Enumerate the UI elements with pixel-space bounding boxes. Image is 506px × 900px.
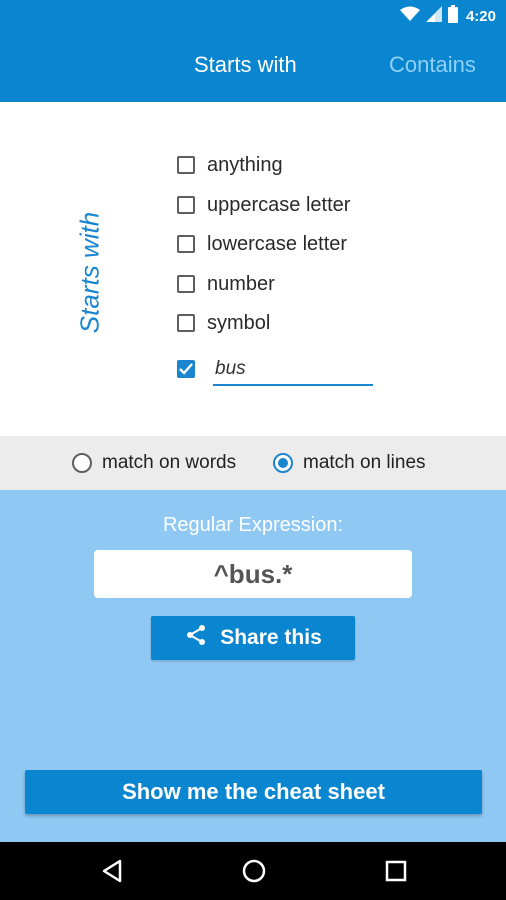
custom-start-input[interactable] [213, 354, 373, 386]
tab-contains[interactable]: Contains [389, 52, 476, 78]
radio-label: match on words [102, 452, 237, 473]
option-label: anything [207, 153, 283, 176]
option-lowercase-letter[interactable]: lowercase letter [177, 231, 347, 257]
share-icon [184, 623, 208, 653]
checkbox[interactable] [177, 314, 195, 332]
radio-match-words[interactable]: match on words [72, 452, 236, 474]
share-button[interactable]: Share this [151, 616, 355, 660]
checkbox[interactable] [177, 275, 195, 293]
option-label: symbol [207, 311, 271, 334]
option-label: number [207, 272, 275, 295]
match-mode-bar: match on words match on lines [0, 436, 506, 490]
option-anything[interactable]: anything [177, 152, 283, 178]
checkbox[interactable] [177, 156, 195, 174]
tab-starts-with[interactable]: Starts with [194, 52, 297, 78]
cheat-sheet-button[interactable]: Show me the cheat sheet [25, 770, 482, 814]
radio-button-selected[interactable] [273, 453, 293, 473]
option-symbol[interactable]: symbol [177, 310, 270, 336]
option-label: lowercase letter [207, 232, 348, 255]
checkbox[interactable] [177, 196, 195, 214]
wifi-icon [399, 6, 420, 27]
app-bar: Starts with Contains [0, 32, 506, 102]
status-bar: 4:20 [0, 0, 506, 32]
option-uppercase-letter[interactable]: uppercase letter [177, 192, 350, 218]
status-icons: 4:20 [399, 4, 496, 28]
share-button-label: Share this [220, 626, 322, 649]
checkbox[interactable] [177, 235, 195, 253]
options-panel: Starts with anything uppercase letter lo… [0, 102, 506, 436]
back-icon[interactable] [97, 856, 127, 886]
section-title: Starts with [74, 211, 105, 334]
option-number[interactable]: number [177, 271, 275, 297]
checkbox-checked[interactable] [177, 360, 195, 378]
signal-icon [425, 5, 442, 27]
radio-match-lines[interactable]: match on lines [273, 452, 426, 474]
check-icon [179, 363, 193, 375]
status-time: 4:20 [465, 7, 496, 25]
navigation-bar [0, 842, 506, 900]
home-icon[interactable] [239, 856, 269, 886]
regex-value: ^bus.* [94, 550, 412, 598]
recents-icon[interactable] [381, 856, 411, 886]
battery-icon [447, 4, 458, 28]
radio-label: match on lines [303, 452, 426, 473]
option-custom[interactable] [177, 356, 195, 382]
radio-button[interactable] [72, 453, 92, 473]
regex-output-panel: Regular Expression: ^bus.* Share this Sh… [0, 490, 506, 842]
option-label: uppercase letter [207, 193, 351, 216]
regex-label: Regular Expression: [162, 514, 344, 536]
